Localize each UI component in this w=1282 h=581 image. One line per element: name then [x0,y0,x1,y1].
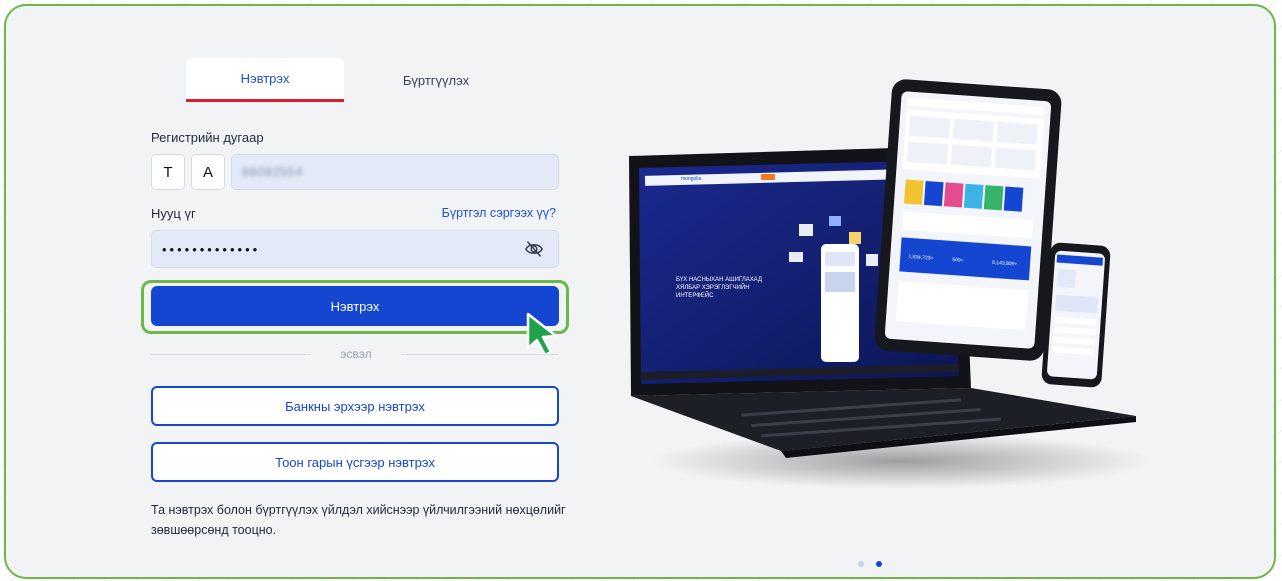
laptop-headline-3: ИНТЕРФЕЙС [676,291,714,299]
laptop-headline-2: ХЯЛБАР ХЭРЭГЛЭГЧИЙН [676,283,750,291]
digital-signature-login-button[interactable]: Тоон гарын үсгээр нэвтрэх [151,442,559,482]
eye-slash-icon[interactable] [524,240,544,258]
terms-text: Та нэвтрэх болон бүртгүүлэх үйлдэл хийсн… [151,503,566,537]
devices-illustration: mongolia БҮХ НАСНЫХАН АШИГЛАХАД ХЯЛБАР Х… [629,79,1151,489]
login-button[interactable]: Нэвтрэх [151,286,559,326]
laptop-headline-1: БҮХ НАСНЫХАН АШИГЛАХАД [676,277,762,283]
laptop-brand-text: mongolia [681,176,702,182]
carousel-indicators [858,561,882,567]
divider-left [151,354,311,355]
login-panel: Нэвтрэх Бүртгүүлэх Регистрийн дугаар Т А… [4,4,1276,579]
password-label: Нууц үг [151,206,196,221]
password-value: ••••••••••••• [162,241,261,257]
tab-login[interactable]: Нэвтрэх [186,58,344,102]
divider-right [401,354,559,355]
bank-login-button[interactable]: Банкны эрхээр нэвтрэх [151,386,559,426]
tab-register[interactable]: Бүртгүүлэх [371,58,501,102]
registration-letter-2[interactable]: А [191,154,225,190]
registration-number-value: 98092554 [242,165,304,179]
cursor-arrow-icon [526,312,558,357]
forgot-account-link[interactable]: Бүртгэл сэргээх үү? [442,206,556,220]
password-input[interactable]: ••••••••••••• [151,230,559,268]
registration-number-input[interactable]: 98092554 [231,154,559,190]
registration-label: Регистрийн дугаар [151,130,264,145]
carousel-dot-2[interactable] [876,561,882,567]
registration-letter-1[interactable]: Т [151,154,185,190]
tablet-stat-2: 500+ [952,257,964,264]
or-divider-text: эсвэл [340,347,372,361]
carousel-dot-1[interactable] [858,561,864,567]
